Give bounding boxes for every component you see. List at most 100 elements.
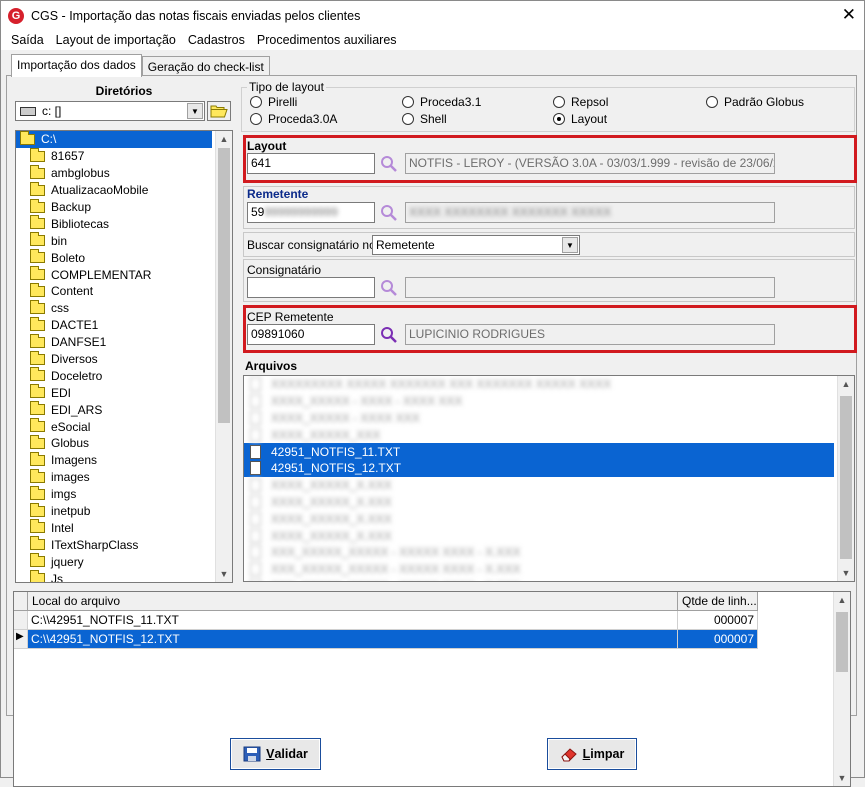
scroll-thumb[interactable] [840,396,852,559]
menu-cadastros[interactable]: Cadastros [182,33,251,47]
folder-icon [30,266,45,281]
scroll-thumb[interactable] [218,148,230,423]
dir-item[interactable]: ambglobus [16,164,232,182]
dir-item[interactable]: css [16,299,232,317]
window-title: CGS - Importação das notas fiscais envia… [31,8,361,23]
open-folder-button[interactable] [207,101,231,121]
dir-item[interactable]: inetpub [16,502,232,520]
dir-item[interactable]: bin [16,232,232,249]
file-item[interactable]: XXXX_XXXXX - XXXX XXX [244,410,854,427]
directory-tree[interactable]: C:\ 81657 ambglobus AtualizacaoMobile Backu… [15,130,233,583]
file-item[interactable]: XXXX_XXXXX_X.XXX [244,494,854,511]
radio-repsol[interactable]: Repsol [553,95,608,109]
dir-item[interactable]: EDI [16,384,232,401]
radio-pirelli[interactable]: Pirelli [250,95,297,109]
file-item[interactable]: XXX_XXXXX_XXXXX - XXXXX XXXX - X.XXX [244,578,854,581]
dir-item[interactable]: Backup [16,198,232,216]
dir-item[interactable]: DACTE1 [16,316,232,334]
cep-code-input[interactable]: 09891060 [247,324,375,345]
file-item[interactable]: 42951_NOTFIS_12.TXT [244,459,834,477]
file-item[interactable]: XXXX_XXXXX_X.XXX [244,510,854,527]
files-grid[interactable]: Local do arquivo Qtde de linh... C:\\429… [13,591,851,787]
grid-cell-qty[interactable]: 000007 [678,630,758,649]
grid-row-selected[interactable]: ▶ C:\\42951_NOTFIS_12.TXT 000007 [14,630,850,649]
scroll-down-icon[interactable]: ▼ [838,565,854,581]
file-item[interactable]: XXXX_XXXXX - XXXX - XXXX XXX [244,393,854,410]
grid-scrollbar[interactable]: ▲ ▼ [833,592,850,786]
cep-description-field: LUPICINIO RODRIGUES [405,324,775,345]
radio-proceda31[interactable]: Proceda3.1 [402,95,481,109]
scroll-thumb[interactable] [836,612,848,672]
file-item[interactable]: XXX_XXXXX_XXXXX - XXXXX XXXX - X.XXX [244,561,854,578]
layout-code-input[interactable]: 641 [247,153,375,174]
limpar-button[interactable]: Limpar [547,738,637,770]
radio-padrao-globus[interactable]: Padrão Globus [706,95,804,109]
grid-cell-path[interactable]: C:\\42951_NOTFIS_11.TXT [28,611,678,630]
radio-layout[interactable]: Layout [553,112,607,126]
menu-procedimentos-auxiliares[interactable]: Procedimentos auxiliares [251,33,403,47]
file-item[interactable]: XXXX_XXXXX_XXX [244,426,854,443]
dir-item[interactable]: Doceletro [16,367,232,384]
radio-shell[interactable]: Shell [402,112,447,126]
directory-scrollbar[interactable]: ▲ ▼ [215,131,232,582]
search-icon[interactable] [380,204,398,222]
file-item-label: XXX_XXXXX_XXXXX - XXXXX XXXX - X.XXX [271,579,520,581]
menu-layout-importacao[interactable]: Layout de importação [50,33,182,47]
dir-item[interactable]: Boleto [16,249,232,266]
scroll-up-icon[interactable]: ▲ [834,592,850,608]
dir-item[interactable]: Diversos [16,350,232,368]
arquivos-list[interactable]: XXXXXXXXX XXXXX XXXXXXX XXX XXXXXXX XXXX… [243,375,855,582]
search-icon[interactable] [380,326,398,344]
scroll-down-icon[interactable]: ▼ [216,566,232,582]
dir-item[interactable]: 81657 [16,147,232,165]
validar-button[interactable]: Validar [230,738,321,770]
dir-item-label: inetpub [51,504,91,519]
remetente-code-input[interactable]: 5999999999999 [247,202,375,223]
row-indicator-icon: ▶ [14,630,28,649]
menu-saida[interactable]: Saída [5,33,50,47]
file-item[interactable]: XXXX_XXXXX_X.XXX [244,477,854,494]
file-item[interactable]: XXX_XXXXX_XXXXX - XXXXX XXXX - X.XXX [244,544,854,561]
consignatario-code-input[interactable] [247,277,375,298]
buscar-select[interactable]: Remetente ▼ [372,235,580,255]
file-item[interactable]: XXXXXXXXX XXXXX XXXXXXX XXX XXXXXXX XXXX… [244,376,854,393]
document-icon [250,511,261,526]
dir-item[interactable]: ITextSharpClass [16,536,232,553]
consignatario-description-field [405,277,775,298]
chevron-down-icon[interactable]: ▼ [562,237,578,253]
dir-item[interactable]: images [16,468,232,486]
file-item[interactable]: 42951_NOTFIS_11.TXT [244,443,834,460]
chevron-down-icon[interactable]: ▼ [187,103,203,119]
dir-item[interactable]: imgs [16,485,232,503]
dir-item[interactable]: COMPLEMENTAR [16,266,232,283]
dir-item[interactable]: AtualizacaoMobile [16,181,232,199]
search-icon[interactable] [380,279,398,297]
grid-col-qtde[interactable]: Qtde de linh... [678,592,758,611]
dir-item[interactable]: eSocial [16,418,232,435]
search-icon[interactable] [380,155,398,173]
dir-item[interactable]: DANFSE1 [16,333,232,351]
grid-cell-path[interactable]: C:\\42951_NOTFIS_12.TXT [28,630,678,649]
arquivos-scrollbar[interactable]: ▲ ▼ [837,376,854,581]
dir-item[interactable]: Js [16,570,232,582]
radio-proceda30a[interactable]: Proceda3.0A [250,112,337,126]
grid-col-local[interactable]: Local do arquivo [28,592,678,611]
dir-root[interactable]: C:\ [16,131,212,148]
scroll-up-icon[interactable]: ▲ [838,376,854,392]
scroll-down-icon[interactable]: ▼ [834,770,850,786]
grid-row[interactable]: C:\\42951_NOTFIS_11.TXT 000007 [14,611,850,630]
drive-select[interactable]: c: [] ▼ [15,101,205,121]
tab-importacao-dados[interactable]: Importação dos dados [11,54,142,77]
close-icon[interactable]: ✕ [842,6,856,23]
scroll-up-icon[interactable]: ▲ [216,131,232,147]
dir-item[interactable]: Content [16,282,232,300]
file-item[interactable]: XXXX_XXXXX_X.XXX [244,527,854,544]
dir-item[interactable]: Imagens [16,451,232,469]
dir-item[interactable]: EDI_ARS [16,401,232,418]
dir-item[interactable]: Bibliotecas [16,215,232,232]
tab-geracao-checklist[interactable]: Geração do check-list [141,56,270,77]
grid-cell-qty[interactable]: 000007 [678,611,758,630]
dir-item[interactable]: Globus [16,434,232,452]
dir-item[interactable]: Intel [16,519,232,536]
dir-item[interactable]: jquery [16,553,232,570]
